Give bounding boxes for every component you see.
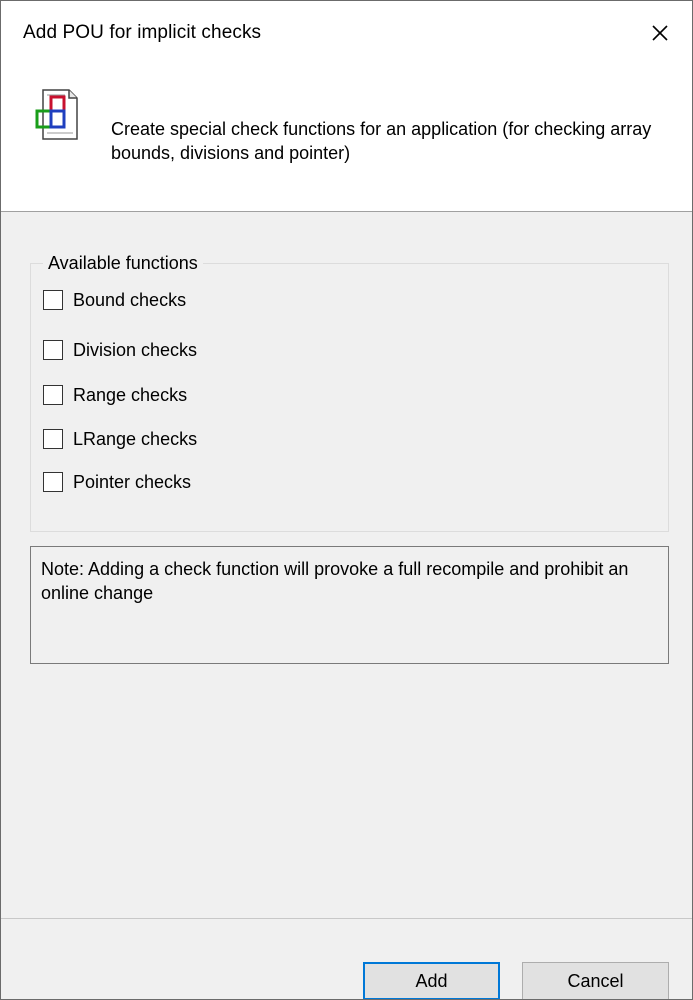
dialog-header: Create special check functions for an ap…: [1, 69, 692, 212]
division-checks-option[interactable]: Division checks: [43, 335, 197, 365]
bound-checks-label: Bound checks: [73, 289, 187, 310]
add-pou-dialog: Add POU for implicit checks Create speci…: [0, 0, 693, 1000]
footer-separator: [1, 918, 692, 919]
dialog-description: Create special check functions for an ap…: [111, 119, 652, 163]
pou-document-icon: [33, 87, 79, 143]
bound-checks-checkbox[interactable]: [43, 290, 63, 310]
dialog-title: Add POU for implicit checks: [23, 22, 262, 43]
pointer-checks-label: Pointer checks: [73, 471, 192, 492]
note-text: Note: Adding a check function will provo…: [41, 559, 629, 603]
cancel-button[interactable]: Cancel: [522, 962, 669, 999]
division-checks-label: Division checks: [73, 339, 198, 360]
available-functions-legend: Available functions: [43, 251, 203, 275]
title-bar: Add POU for implicit checks: [1, 1, 692, 69]
note-box: Note: Adding a check function will provo…: [30, 546, 669, 664]
range-checks-option[interactable]: Range checks: [43, 380, 187, 410]
lrange-checks-label: LRange checks: [73, 428, 198, 449]
range-checks-label: Range checks: [73, 384, 188, 405]
pointer-checks-option[interactable]: Pointer checks: [43, 467, 191, 497]
add-button[interactable]: Add: [363, 962, 500, 999]
division-checks-checkbox[interactable]: [43, 340, 63, 360]
lrange-checks-checkbox[interactable]: [43, 429, 63, 449]
close-icon[interactable]: [645, 18, 675, 48]
pointer-checks-checkbox[interactable]: [43, 472, 63, 492]
range-checks-checkbox[interactable]: [43, 385, 63, 405]
lrange-checks-option[interactable]: LRange checks: [43, 424, 197, 454]
bound-checks-option[interactable]: Bound checks: [43, 285, 186, 315]
